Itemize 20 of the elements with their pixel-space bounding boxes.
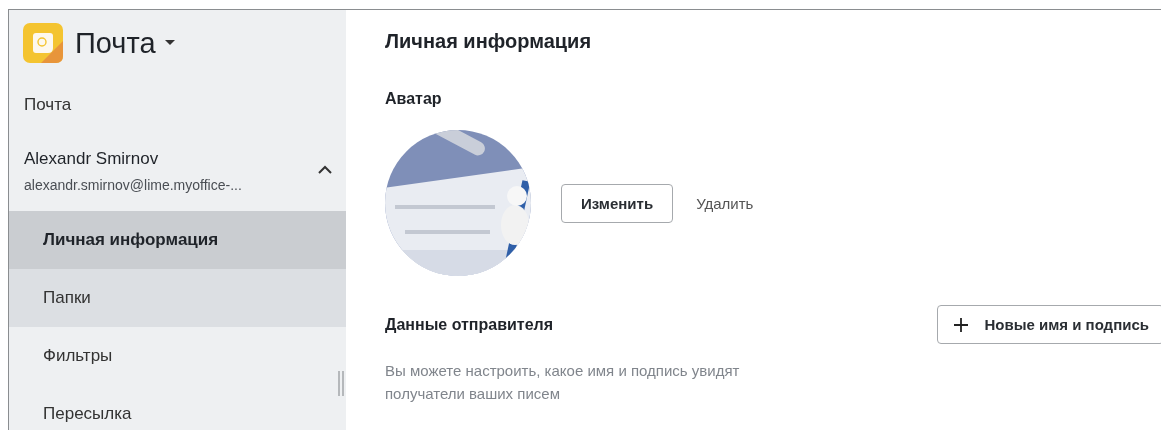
app-switcher[interactable]: Почта bbox=[75, 26, 175, 60]
plus-icon bbox=[954, 317, 969, 332]
section-heading: Данные отправителя bbox=[385, 315, 554, 334]
sidebar-item[interactable]: Папки bbox=[9, 269, 346, 327]
account-header[interactable]: Alexandr Smirnov alexandr.smirnov@lime.myoffice-... bbox=[9, 149, 346, 193]
delete-link[interactable]: Удалить bbox=[696, 194, 754, 212]
nav-link[interactable]: Почта bbox=[24, 95, 72, 115]
section-heading: Аватар bbox=[385, 90, 443, 108]
new-signature-button[interactable]: Новые имя и подпись bbox=[937, 305, 1161, 344]
account-name: Alexandr Smirnov bbox=[24, 149, 160, 169]
page-title: Личная информация bbox=[385, 30, 593, 53]
resize-handle[interactable] bbox=[338, 371, 344, 396]
change-button[interactable]: Изменить bbox=[561, 183, 674, 223]
sidebar-item[interactable]: Пересылка bbox=[9, 385, 346, 430]
caret-icon bbox=[164, 40, 175, 46]
sidebar-item[interactable]: Фильтры bbox=[9, 327, 346, 385]
account-email: alexandr.smirnov@lime.myoffice-... bbox=[24, 177, 243, 193]
mail-app-logo-icon bbox=[23, 23, 63, 63]
description-text: Вы можете настроить, какое имя и подпись увидят получатели ваших писем bbox=[385, 361, 741, 404]
sidebar-item[interactable]: Личная информация bbox=[9, 211, 346, 269]
